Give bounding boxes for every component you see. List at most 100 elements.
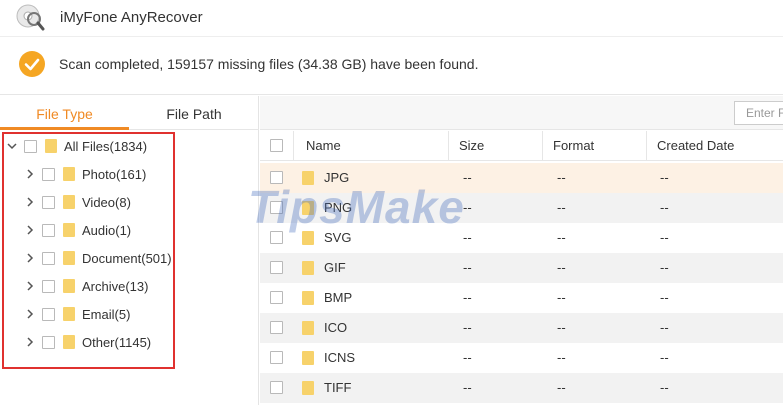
cell-size: --	[463, 290, 472, 305]
cell-size: --	[463, 260, 472, 275]
row-checkbox[interactable]	[270, 171, 283, 184]
tree-item-label: Email(5)	[82, 306, 131, 322]
folder-icon	[302, 201, 314, 215]
table-row[interactable]: ICO -- -- --	[260, 313, 783, 343]
table-row[interactable]: SVG -- -- --	[260, 223, 783, 253]
table-row[interactable]: TIFF -- -- --	[260, 373, 783, 403]
cell-format: --	[557, 260, 566, 275]
scan-status-text: Scan completed, 159157 missing files (34…	[59, 56, 479, 72]
table-row[interactable]: JPG -- -- --	[260, 163, 783, 193]
tree-item-label: Audio(1)	[82, 222, 132, 238]
folder-icon	[302, 261, 314, 275]
app-title: iMyFone AnyRecover	[60, 9, 203, 26]
folder-icon	[302, 291, 314, 305]
checkbox[interactable]	[42, 335, 55, 349]
table-row[interactable]: BMP -- -- --	[260, 283, 783, 313]
column-header-name[interactable]: Name	[306, 131, 341, 161]
cell-size: --	[463, 380, 472, 395]
row-checkbox[interactable]	[270, 321, 283, 334]
folder-icon	[63, 223, 75, 237]
checkbox[interactable]	[24, 139, 37, 153]
chevron-right-icon[interactable]	[24, 224, 36, 236]
chevron-right-icon[interactable]	[24, 168, 36, 180]
tree-item-other[interactable]: Other(1145)	[24, 330, 151, 354]
list-toolbar	[260, 96, 783, 130]
cell-created-date: --	[660, 290, 669, 305]
tree-item-email[interactable]: Email(5)	[24, 302, 130, 326]
cell-created-date: --	[660, 170, 669, 185]
tree-item-label: Document(501)	[82, 250, 172, 266]
cell-format: --	[557, 170, 566, 185]
cell-name: ICNS	[324, 350, 356, 365]
tree-item-all-files[interactable]: All Files(1834)	[6, 134, 147, 158]
table-row[interactable]: PNG -- -- --	[260, 193, 783, 223]
table-row[interactable]: ICNS -- -- --	[260, 343, 783, 373]
search-input[interactable]	[734, 101, 783, 125]
cell-size: --	[463, 230, 472, 245]
cell-created-date: --	[660, 350, 669, 365]
tab-file-type[interactable]: File Type	[0, 96, 129, 130]
checkbox[interactable]	[42, 251, 55, 265]
row-checkbox[interactable]	[270, 351, 283, 364]
table-header: Name Size Format Created Date	[260, 131, 783, 161]
checkbox[interactable]	[42, 307, 55, 321]
folder-icon	[302, 321, 314, 335]
column-header-format[interactable]: Format	[553, 131, 594, 161]
cell-name: SVG	[324, 230, 352, 245]
disc-magnifier-icon	[16, 4, 45, 31]
chevron-right-icon[interactable]	[24, 336, 36, 348]
row-checkbox[interactable]	[270, 231, 283, 244]
folder-icon	[63, 251, 75, 265]
checkbox[interactable]	[42, 223, 55, 237]
tree-item-video[interactable]: Video(8)	[24, 190, 131, 214]
tree-item-label: Archive(13)	[82, 278, 149, 294]
cell-format: --	[557, 230, 566, 245]
chevron-right-icon[interactable]	[24, 308, 36, 320]
cell-format: --	[557, 380, 566, 395]
folder-icon	[302, 231, 314, 245]
column-divider	[448, 131, 449, 161]
column-divider	[542, 131, 543, 161]
cell-size: --	[463, 320, 472, 335]
row-checkbox[interactable]	[270, 381, 283, 394]
cell-size: --	[463, 170, 472, 185]
cell-format: --	[557, 200, 566, 215]
chevron-right-icon[interactable]	[24, 196, 36, 208]
checkbox[interactable]	[42, 195, 55, 209]
folder-icon	[63, 335, 75, 349]
cell-name: GIF	[324, 260, 346, 275]
folder-icon	[63, 307, 75, 321]
row-checkbox[interactable]	[270, 261, 283, 274]
chevron-right-icon[interactable]	[24, 280, 36, 292]
tree-item-document[interactable]: Document(501)	[24, 246, 172, 270]
column-header-size[interactable]: Size	[459, 131, 484, 161]
tab-file-path[interactable]: File Path	[129, 96, 259, 130]
folder-icon	[63, 167, 75, 181]
checkmark-icon	[19, 51, 45, 77]
tree-item-photo[interactable]: Photo(161)	[24, 162, 146, 186]
column-header-created-date[interactable]: Created Date	[657, 131, 734, 161]
column-divider	[646, 131, 647, 161]
cell-name: BMP	[324, 290, 353, 305]
folder-icon	[63, 279, 75, 293]
chevron-right-icon[interactable]	[24, 252, 36, 264]
folder-icon	[302, 351, 314, 365]
view-tabs: File Type File Path	[0, 96, 259, 130]
row-checkbox[interactable]	[270, 291, 283, 304]
select-all-checkbox[interactable]	[270, 139, 283, 152]
file-tree-panel: File Type File Path All Files(1834) Phot…	[0, 96, 259, 405]
folder-icon	[302, 171, 314, 185]
chevron-down-icon[interactable]	[6, 140, 18, 152]
row-checkbox[interactable]	[270, 201, 283, 214]
tree-item-audio[interactable]: Audio(1)	[24, 218, 131, 242]
tree-item-label: All Files(1834)	[64, 138, 148, 154]
tree-item-label: Video(8)	[82, 194, 131, 210]
table-row[interactable]: GIF -- -- --	[260, 253, 783, 283]
cell-name: PNG	[324, 200, 353, 215]
scan-status-bar: Scan completed, 159157 missing files (34…	[0, 36, 783, 95]
tree-item-archive[interactable]: Archive(13)	[24, 274, 148, 298]
checkbox[interactable]	[42, 279, 55, 293]
cell-name: JPG	[324, 170, 350, 185]
checkbox[interactable]	[42, 167, 55, 181]
cell-size: --	[463, 200, 472, 215]
